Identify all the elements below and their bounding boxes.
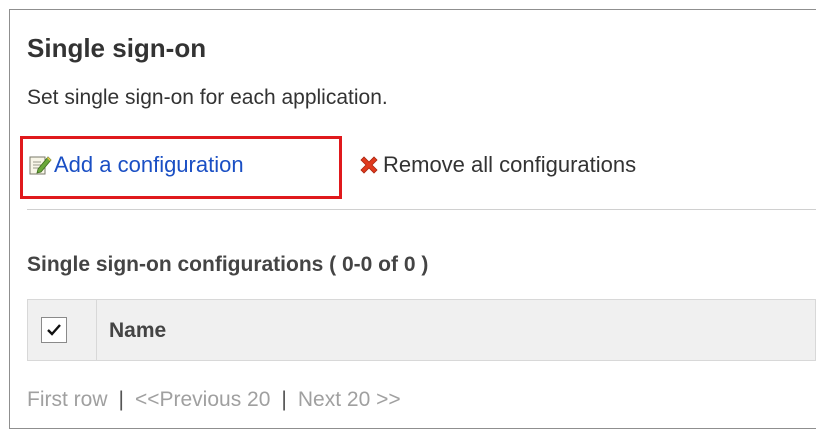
edit-note-icon [28,153,52,177]
content-frame [9,9,816,429]
select-all-checkbox[interactable] [41,317,67,343]
divider [27,209,816,210]
column-header-name[interactable]: Name [109,319,166,343]
remove-all-configurations-link[interactable]: Remove all configurations [357,152,636,178]
toolbar: Add a configuration Remove all configura… [20,136,800,199]
remove-all-configurations-label: Remove all configurations [383,152,637,177]
red-x-icon [357,153,381,177]
page-title: Single sign-on [27,33,207,63]
pager-separator: | [281,388,287,411]
table-header: Name [27,299,816,361]
add-configuration-label: Add a configuration [54,152,244,177]
checkmark-icon [47,324,61,336]
page-description: Set single sign-on for each application. [27,86,388,109]
pager-previous: <<Previous 20 [134,388,271,411]
pager-next: Next 20 >> [297,388,401,411]
pager-separator: | [118,388,124,411]
pager-first-row: First row [27,388,108,411]
checkbox-column-header [28,300,97,360]
add-configuration-link[interactable]: Add a configuration [28,152,244,178]
pager: First row | <<Previous 20 | Next 20 >> [27,388,401,412]
list-section-title: Single sign-on configurations ( 0-0 of 0… [27,253,429,276]
